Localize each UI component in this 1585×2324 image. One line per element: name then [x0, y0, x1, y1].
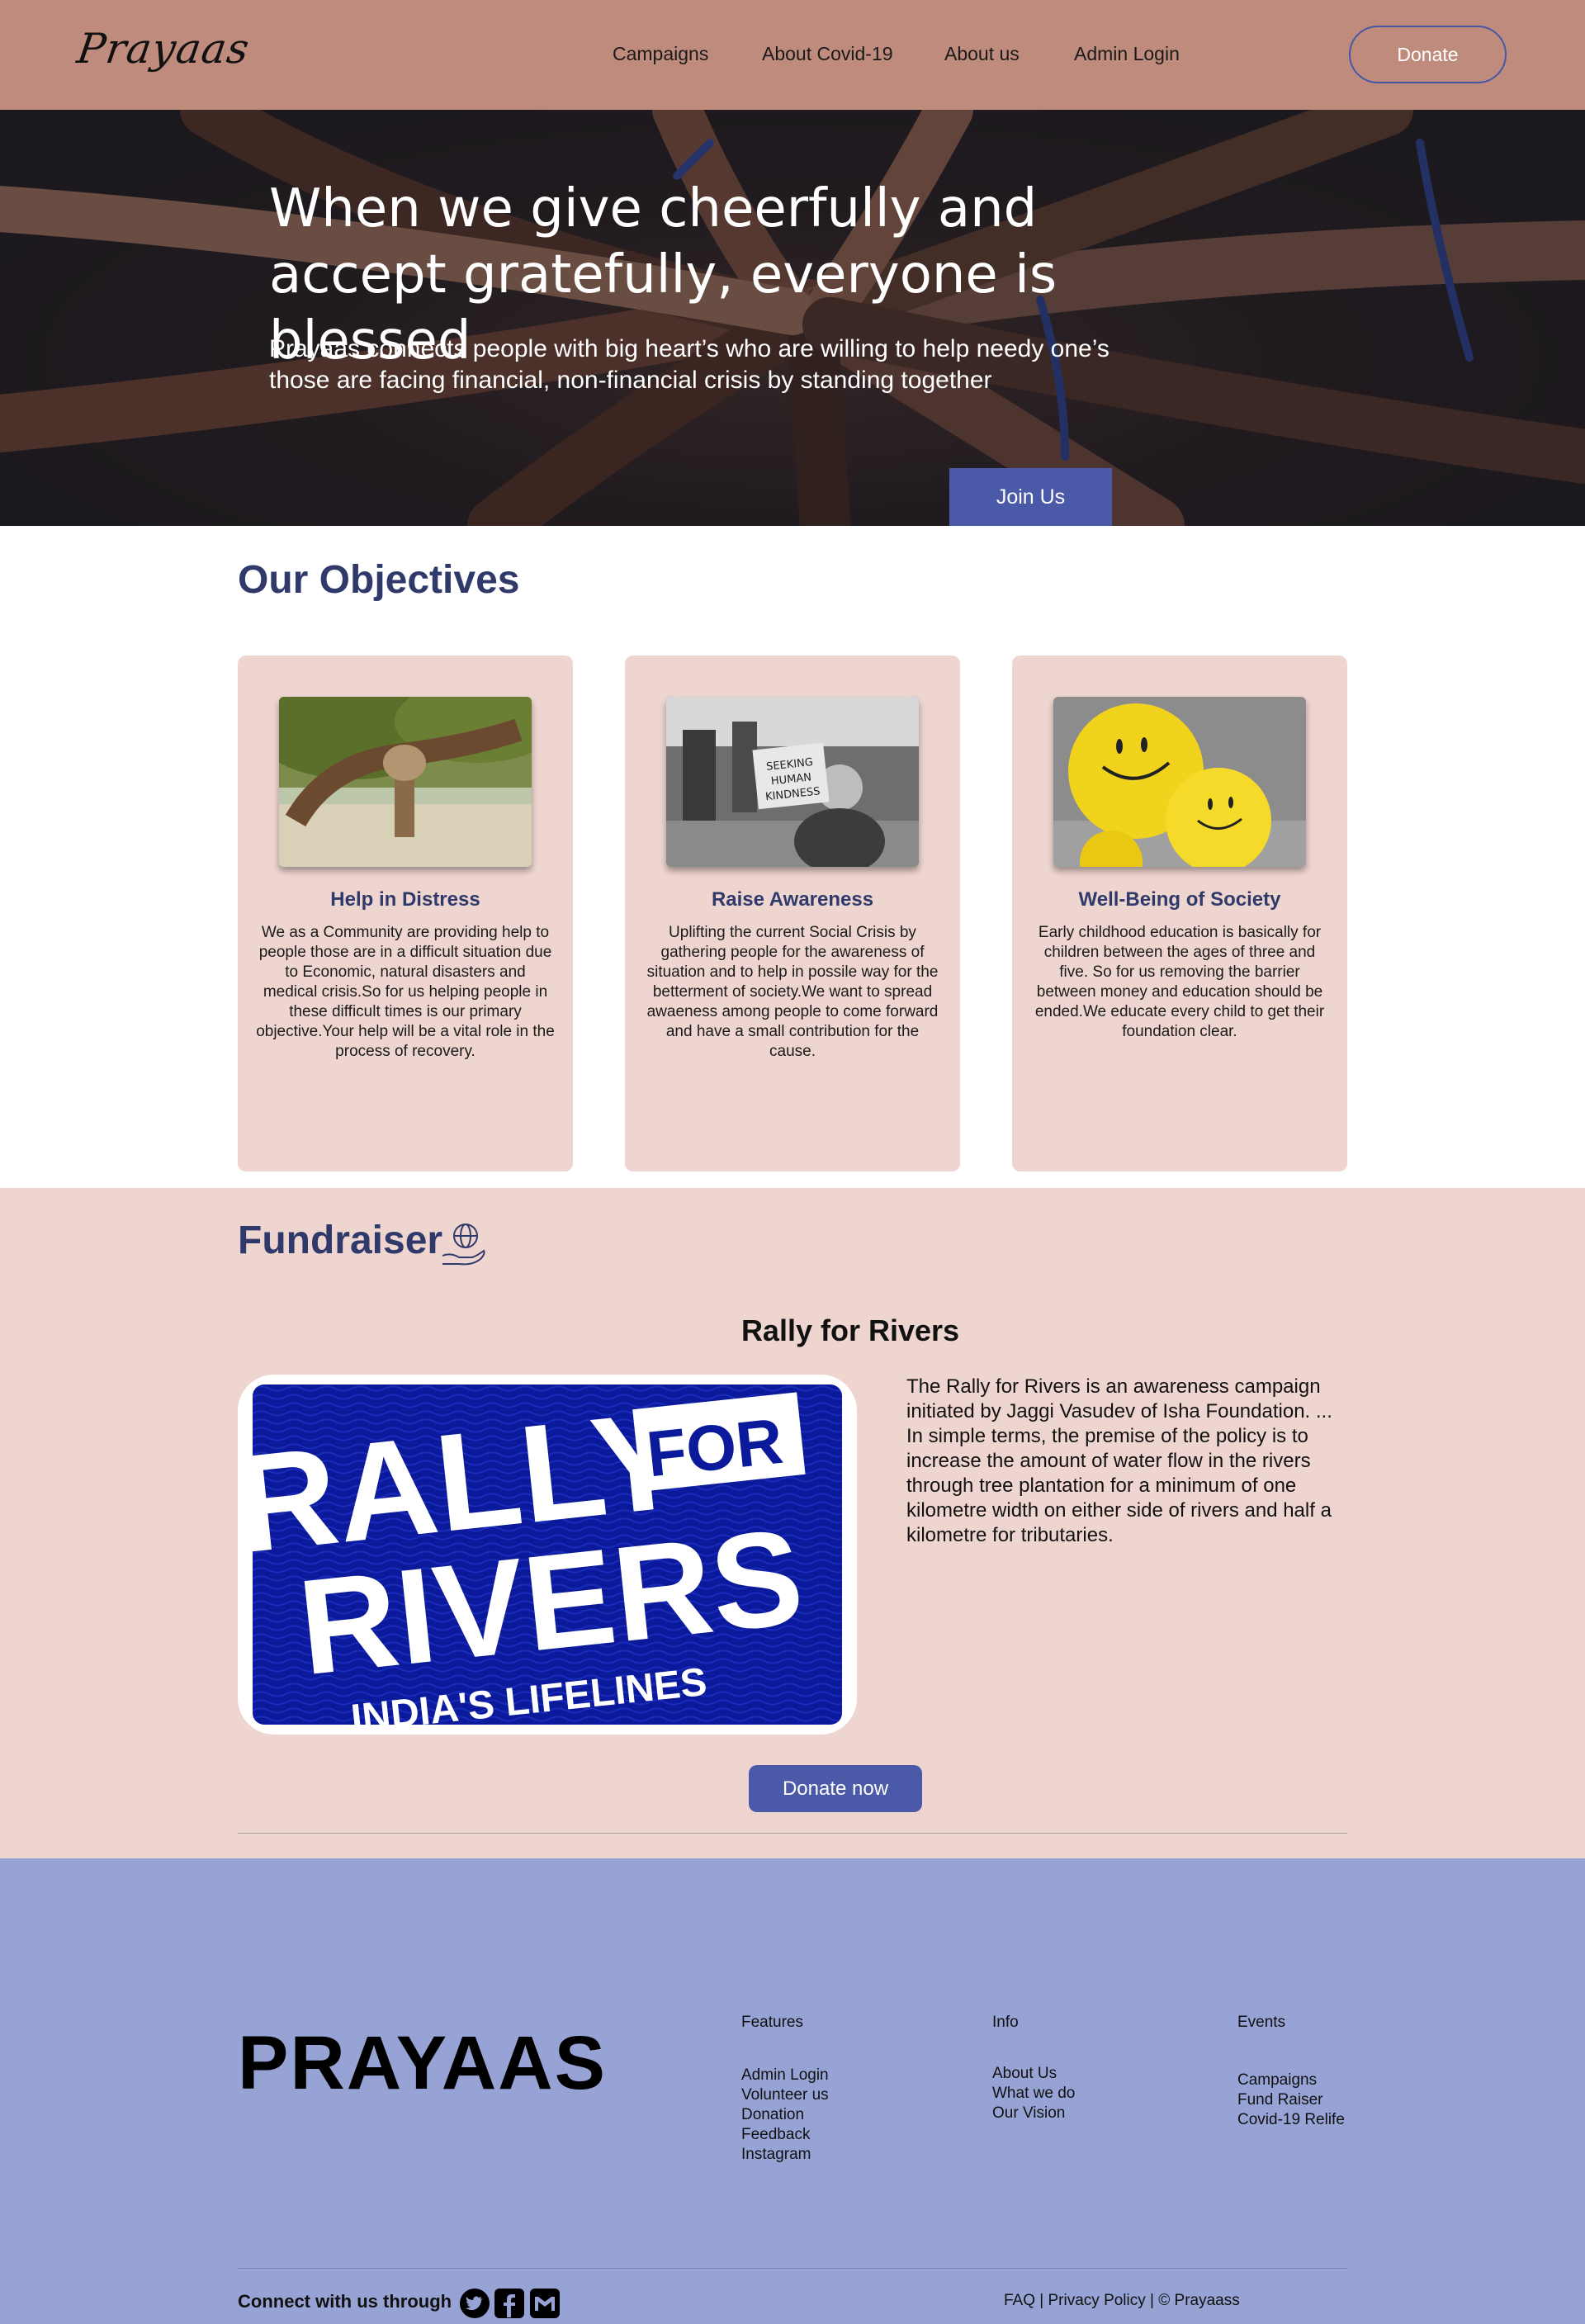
footer-features-links: Admin Login Volunteer us Donation Feedba…: [741, 2066, 829, 2165]
card-heading: Well-Being of Society: [1078, 888, 1281, 911]
footer-events-title: Events: [1237, 2014, 1286, 2031]
footer-link-instagram[interactable]: Instagram: [741, 2145, 829, 2165]
legal-links[interactable]: FAQ | Privacy Policy | © Prayaass: [1004, 2292, 1240, 2310]
nav-link-admin-login[interactable]: Admin Login: [1074, 43, 1180, 65]
footer-link-about-us[interactable]: About Us: [992, 2064, 1075, 2084]
campaign-title: Rally for Rivers: [740, 1313, 960, 1347]
footer-logo: PRAYAAS: [238, 2021, 607, 2105]
objective-card: SEEKING HUMAN KINDNESS Raise Awareness U…: [625, 656, 960, 1171]
fundraiser-section: Fundraiser Rally for Rivers RALLY FOR RI…: [0, 1188, 1585, 1858]
campaign-image-frame: RALLY FOR RIVERS INDIA'S LIFELINES: [238, 1375, 857, 1735]
gmail-icon[interactable]: [529, 2288, 561, 2319]
card-text: Early childhood education is basically f…: [1034, 924, 1325, 1040]
join-us-button[interactable]: Join Us: [949, 468, 1112, 526]
footer-link-our-vision[interactable]: Our Vision: [992, 2104, 1075, 2123]
footer-link-campaigns[interactable]: Campaigns: [1237, 2071, 1345, 2090]
globe-hand-icon: [442, 1224, 485, 1266]
nav-link-campaigns[interactable]: Campaigns: [613, 43, 708, 65]
nav-link-about-us[interactable]: About us: [944, 43, 1020, 65]
campaign-description: The Rally for Rivers is an awareness cam…: [906, 1375, 1332, 1546]
twitter-icon[interactable]: [459, 2288, 490, 2319]
card-heading: Raise Awareness: [711, 888, 874, 911]
objectives-title: Our Objectives: [238, 558, 520, 602]
banner-text: FOR: [643, 1404, 786, 1491]
connect-label: Connect with us through: [238, 2291, 452, 2312]
footer-features-title: Features: [741, 2014, 803, 2031]
footer-info-links: About Us What we do Our Vision: [992, 2064, 1075, 2123]
footer-link-covid-relief[interactable]: Covid-19 Relife: [1237, 2110, 1345, 2130]
logo[interactable]: Prayaas: [74, 25, 253, 73]
nav-link-about-covid[interactable]: About Covid-19: [762, 43, 893, 65]
footer-divider: [238, 2268, 1347, 2269]
divider: [238, 1833, 1347, 1834]
hero-subtitle: Prayaas connects people with big heart’s…: [269, 335, 1110, 394]
footer-link-fund-raiser[interactable]: Fund Raiser: [1237, 2090, 1345, 2110]
kindness-sign-image: SEEKING HUMAN KINDNESS: [666, 697, 919, 867]
card-text: Uplifting the current Social Crisis by g…: [646, 924, 939, 1060]
hero-banner: When we give cheerfully and accept grate…: [0, 110, 1585, 526]
footer-events-links: Campaigns Fund Raiser Covid-19 Relife: [1237, 2071, 1345, 2130]
footer-link-admin-login[interactable]: Admin Login: [741, 2066, 829, 2085]
smiley-balls-image: [1053, 697, 1306, 867]
footer-link-feedback[interactable]: Feedback: [741, 2125, 829, 2145]
tree-hand-image: [279, 697, 532, 867]
navbar: Prayaas Campaigns About Covid-19 About u…: [0, 0, 1585, 110]
objective-card: Help in Distress We as a Community are p…: [238, 656, 573, 1171]
footer-info-title: Info: [992, 2014, 1019, 2031]
footer-link-donation[interactable]: Donation: [741, 2105, 829, 2125]
objective-card: Well-Being of Society Early childhood ed…: [1012, 656, 1347, 1171]
footer-link-what-we-do[interactable]: What we do: [992, 2084, 1075, 2104]
card-heading: Help in Distress: [330, 888, 480, 911]
facebook-icon[interactable]: [494, 2288, 525, 2319]
donate-button[interactable]: Donate: [1349, 26, 1507, 83]
donate-now-button[interactable]: Donate now: [749, 1765, 922, 1812]
footer-link-volunteer[interactable]: Volunteer us: [741, 2085, 829, 2105]
rally-for-rivers-image: RALLY FOR RIVERS INDIA'S LIFELINES: [253, 1384, 842, 1725]
fundraiser-title: Fundraiser: [238, 1219, 443, 1262]
footer: PRAYAAS Features Admin Login Volunteer u…: [0, 1858, 1585, 2324]
card-text: We as a Community are providing help to …: [256, 924, 555, 1060]
